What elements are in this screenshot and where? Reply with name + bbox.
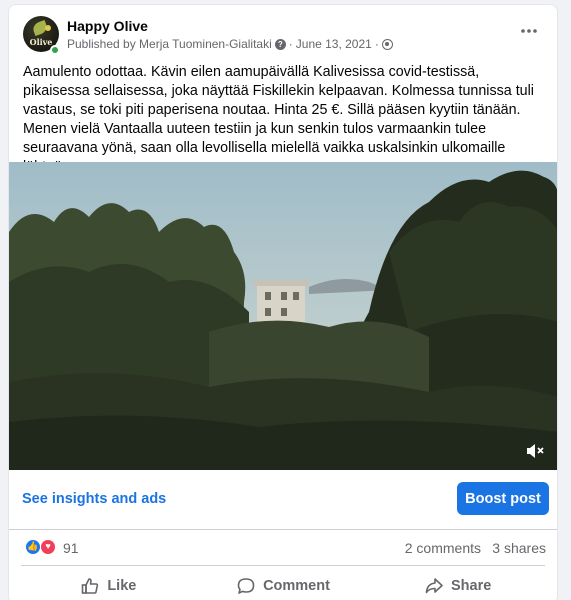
online-status-dot (50, 45, 60, 55)
like-button[interactable]: Like (21, 566, 196, 600)
more-horizontal-icon (521, 29, 537, 33)
meta-separator: · (288, 37, 293, 51)
like-label: Like (107, 577, 137, 594)
post-video[interactable] (9, 162, 557, 470)
muted-speaker-icon (527, 444, 544, 458)
post-header: Olive Happy Olive Published by Merja Tuo… (23, 15, 543, 59)
comment-label: Comment (263, 577, 330, 594)
page-name[interactable]: Happy Olive (67, 18, 148, 34)
share-arrow-icon (425, 577, 443, 593)
comment-bubble-icon (237, 577, 255, 594)
actions-row: Like Comment Share (21, 565, 545, 600)
meta-separator-2: · (374, 37, 379, 51)
like-reaction-icon[interactable]: 👍 (25, 539, 41, 555)
mute-button[interactable] (525, 442, 545, 460)
published-by[interactable]: Published by Merja Tuominen-Gialitaki (67, 37, 272, 51)
shares-count[interactable]: 3 shares (492, 540, 546, 556)
olive-icon (45, 25, 51, 31)
comment-button[interactable]: Comment (196, 566, 371, 600)
stats-row: 👍 ♥ 91 2 comments 3 shares (9, 531, 557, 563)
more-options-button[interactable] (515, 21, 543, 41)
boost-post-button[interactable]: Boost post (457, 482, 549, 515)
insights-row: See insights and ads Boost post (9, 470, 557, 530)
post-date[interactable]: June 13, 2021 (296, 37, 372, 51)
share-label: Share (451, 577, 492, 594)
see-insights-link[interactable]: See insights and ads (22, 491, 166, 507)
thumbs-up-icon (82, 577, 99, 594)
reaction-count[interactable]: 91 (63, 540, 79, 556)
post-meta: Published by Merja Tuominen-Gialitaki ? … (67, 37, 393, 51)
globe-icon[interactable] (381, 38, 393, 50)
post-text: Aamulento odottaa. Kävin eilen aamupäivä… (23, 64, 534, 175)
love-reaction-icon[interactable]: ♥ (40, 539, 56, 555)
video-frame-image (9, 162, 557, 470)
comments-count[interactable]: 2 comments (405, 540, 481, 556)
share-button[interactable]: Share (370, 566, 545, 600)
post-card: Olive Happy Olive Published by Merja Tuo… (8, 4, 558, 600)
info-icon[interactable]: ? (274, 38, 286, 50)
